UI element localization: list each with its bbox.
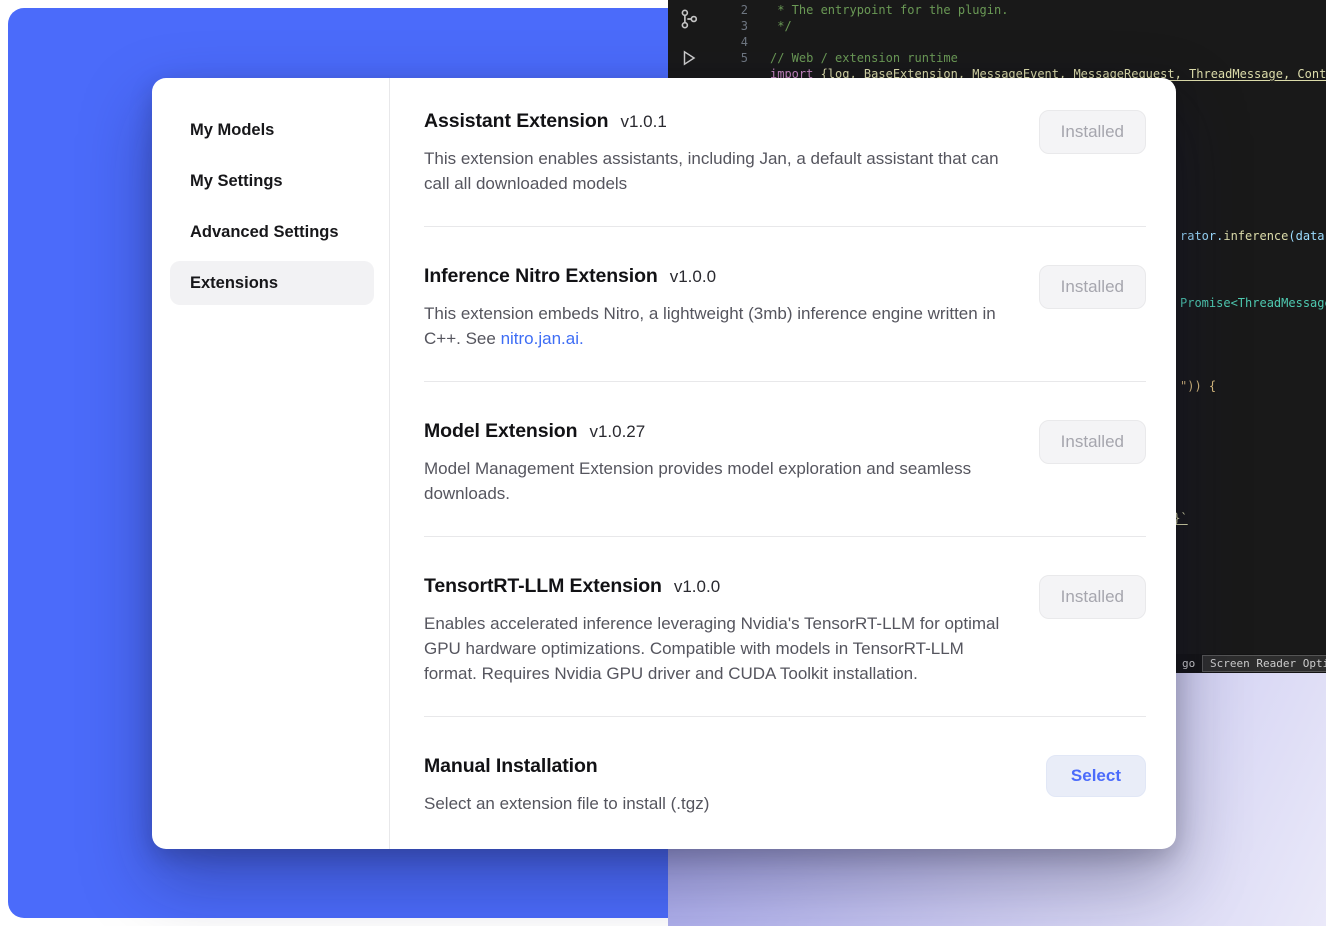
row-divider <box>424 381 1146 382</box>
extension-row-tensorrt: TensortRT-LLM Extension v1.0.0 Enables a… <box>424 575 1146 686</box>
extension-version: v1.0.27 <box>589 422 645 442</box>
extension-description: Model Management Extension provides mode… <box>424 456 1014 506</box>
code-text: // Web / extension runtime <box>770 50 958 66</box>
manual-installation-title: Manual Installation <box>424 755 598 778</box>
extension-version: v1.0.0 <box>674 577 720 597</box>
extension-version: v1.0.0 <box>670 267 716 287</box>
code-line: 5 // Web / extension runtime <box>668 50 1326 66</box>
extension-title-line: Assistant Extension v1.0.1 <box>424 110 1014 137</box>
line-number: 5 <box>668 50 748 66</box>
installed-button[interactable]: Installed <box>1039 265 1146 309</box>
desktop: 2 * The entrypoint for the plugin. 3 */ … <box>0 0 1326 926</box>
line-number: 2 <box>668 2 748 18</box>
extension-row-assistant: Assistant Extension v1.0.1 This extensio… <box>424 110 1146 196</box>
code-fragment: Promise<ThreadMessage> <box>1180 296 1326 310</box>
code-fragment: ")) { <box>1180 379 1216 393</box>
line-number: 4 <box>668 34 748 50</box>
extension-description: This extension enables assistants, inclu… <box>424 146 1014 196</box>
extension-title: Assistant Extension <box>424 110 608 133</box>
code-fragment: rator.inference(data)); <box>1180 229 1326 243</box>
sidebar-item-my-settings[interactable]: My Settings <box>170 159 374 203</box>
settings-card: My Models My Settings Advanced Settings … <box>152 78 1176 849</box>
extensions-panel: Assistant Extension v1.0.1 This extensio… <box>390 78 1176 849</box>
code-line: 2 * The entrypoint for the plugin. <box>668 2 1326 18</box>
installed-button[interactable]: Installed <box>1039 575 1146 619</box>
nitro-link[interactable]: nitro.jan.ai. <box>501 329 584 348</box>
extension-info: Manual Installation Select an extension … <box>424 755 709 816</box>
installed-button[interactable]: Installed <box>1039 420 1146 464</box>
select-file-button[interactable]: Select <box>1046 755 1146 797</box>
extension-title: Model Extension <box>424 420 577 443</box>
extension-description: This extension embeds Nitro, a lightweig… <box>424 301 1014 351</box>
extension-title-line: Model Extension v1.0.27 <box>424 420 1014 447</box>
code-editor-content: 2 * The entrypoint for the plugin. 3 */ … <box>668 2 1326 82</box>
row-divider <box>424 716 1146 717</box>
extension-version: v1.0.1 <box>620 112 666 132</box>
extension-info: Inference Nitro Extension v1.0.0 This ex… <box>424 265 1014 351</box>
manual-installation-description: Select an extension file to install (.tg… <box>424 791 709 816</box>
manual-installation-row: Manual Installation Select an extension … <box>424 755 1146 816</box>
code-line: 4 <box>668 34 1326 50</box>
installed-button[interactable]: Installed <box>1039 110 1146 154</box>
status-language-label: go <box>1182 657 1195 670</box>
extension-info: Assistant Extension v1.0.1 This extensio… <box>424 110 1014 196</box>
row-divider <box>424 226 1146 227</box>
extension-title-line: TensortRT-LLM Extension v1.0.0 <box>424 575 1014 602</box>
settings-sidebar: My Models My Settings Advanced Settings … <box>152 78 390 849</box>
sidebar-item-extensions[interactable]: Extensions <box>170 261 374 305</box>
row-divider <box>424 536 1146 537</box>
extension-title-line: Manual Installation <box>424 755 709 782</box>
extension-row-nitro: Inference Nitro Extension v1.0.0 This ex… <box>424 265 1146 351</box>
sidebar-item-my-models[interactable]: My Models <box>170 108 374 152</box>
screen-reader-status: Screen Reader Optimized <box>1202 655 1326 672</box>
code-text: * The entrypoint for the plugin. <box>770 2 1008 18</box>
sidebar-item-advanced-settings[interactable]: Advanced Settings <box>170 210 374 254</box>
extension-info: TensortRT-LLM Extension v1.0.0 Enables a… <box>424 575 1014 686</box>
extension-row-model: Model Extension v1.0.27 Model Management… <box>424 420 1146 506</box>
code-text: */ <box>770 18 792 34</box>
code-line: 3 */ <box>668 18 1326 34</box>
extension-info: Model Extension v1.0.27 Model Management… <box>424 420 1014 506</box>
line-number: 3 <box>668 18 748 34</box>
extension-title: TensortRT-LLM Extension <box>424 575 662 598</box>
extension-title: Inference Nitro Extension <box>424 265 658 288</box>
extension-title-line: Inference Nitro Extension v1.0.0 <box>424 265 1014 292</box>
extension-description: Enables accelerated inference leveraging… <box>424 611 1014 686</box>
